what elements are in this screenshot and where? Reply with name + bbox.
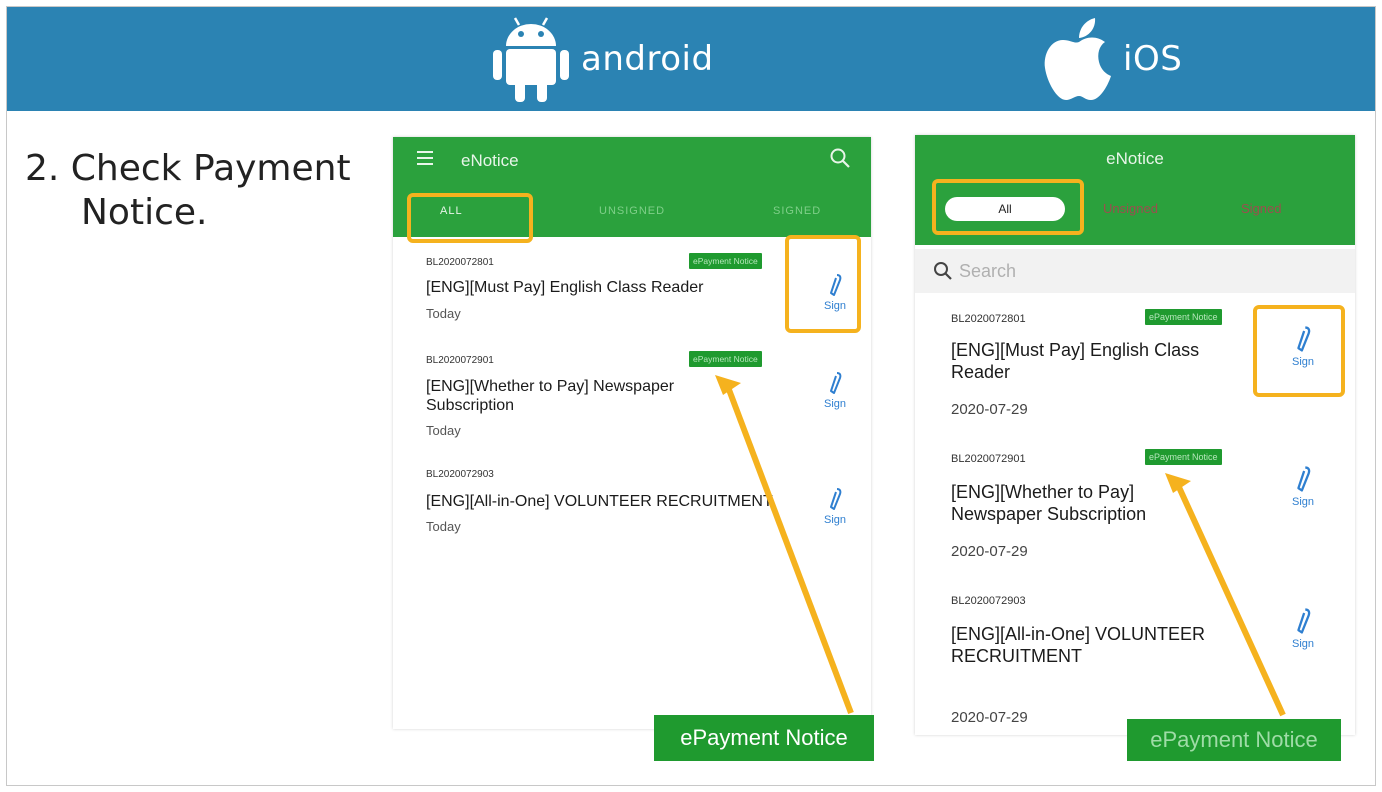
tab-unsigned[interactable]: UNSIGNED [599,205,665,217]
step-title-line2: Notice. [81,192,208,233]
sign-button[interactable]: Sign [815,371,855,410]
epayment-badge: ePayment Notice [689,253,762,269]
notice-date: 2020-07-29 [951,401,1028,418]
segment-signed[interactable]: Signed [1241,201,1281,216]
android-platform-label: android [493,7,714,111]
notice-id: BL2020072801 [951,313,1026,325]
step-title-line1: 2. Check Payment [25,148,351,189]
slide-frame: android iOS 2. Check Payment Notice. eNo… [6,6,1376,786]
ios-platform-label: iOS [1043,7,1182,111]
notice-id: BL2020072901 [951,453,1026,465]
notice-date: Today [426,306,461,321]
pen-icon [830,274,842,296]
epayment-callout-ios: ePayment Notice [1127,719,1341,761]
segment-all[interactable]: All [945,197,1065,221]
notice-title: [ENG][Whether to Pay] Newspaper Subscrip… [951,482,1147,524]
platform-banner: android iOS [7,7,1375,111]
ios-label: iOS [1123,39,1183,79]
magnifier-icon[interactable] [829,147,851,174]
notice-title: [ENG][Must Pay] English Class Reader [951,340,1200,382]
ios-nav-bar: eNotice All Unsigned Signed [915,135,1355,245]
notice-id: BL2020072901 [426,355,494,366]
sign-button[interactable]: Sign [815,487,855,526]
android-screenshot: eNotice ALL UNSIGNED SIGNED BL2020072801… [393,137,871,729]
android-label: android [581,39,714,79]
sign-button[interactable]: Sign [1283,325,1323,368]
apple-icon [1044,18,1111,100]
segment-unsigned[interactable]: Unsigned [1103,201,1158,216]
notice-title: [ENG][Whether to Pay] Newspaper Subscrip… [426,378,675,414]
sign-label: Sign [823,398,847,410]
notice-date: 2020-07-29 [951,543,1028,560]
sign-button[interactable]: Sign [1283,607,1323,650]
search-bar[interactable]: Search [915,249,1355,293]
notice-date: Today [426,423,461,438]
notice-date: Today [426,519,461,534]
notice-id: BL2020072903 [426,469,494,480]
sign-label: Sign [1291,638,1315,650]
notice-date: 2020-07-29 [951,709,1028,726]
android-app-bar: eNotice ALL UNSIGNED SIGNED [393,137,871,237]
sign-button[interactable]: Sign [1283,465,1323,508]
tab-signed[interactable]: SIGNED [773,205,821,217]
pen-icon [1297,466,1311,492]
ios-app-title: eNotice [1106,149,1164,168]
ios-screenshot: eNotice All Unsigned Signed Search BL202… [915,135,1355,735]
notice-title: [ENG][All-in-One] VOLUNTEER RECRUITMENT [426,493,773,510]
epayment-badge: ePayment Notice [1145,449,1222,465]
pen-icon [830,372,842,394]
sign-label: Sign [823,300,847,312]
epayment-badge: ePayment Notice [1145,309,1222,325]
android-app-title: eNotice [461,151,519,170]
epayment-badge: ePayment Notice [689,351,762,367]
step-title: 2. Check Payment Notice. [25,147,351,235]
notice-id: BL2020072801 [426,257,494,268]
epayment-callout-android: ePayment Notice [654,715,874,761]
sign-label: Sign [1291,496,1315,508]
pen-icon [1297,608,1311,634]
notice-title: [ENG][Must Pay] English Class Reader [426,279,704,296]
hamburger-menu-icon[interactable] [417,151,433,165]
pen-icon [830,488,842,510]
notice-id: BL2020072903 [951,595,1026,607]
tab-all[interactable]: ALL [440,205,463,217]
magnifier-icon [934,262,952,280]
pen-icon [1297,326,1311,352]
sign-label: Sign [823,514,847,526]
search-placeholder: Search [959,260,1017,281]
sign-button[interactable]: Sign [815,273,855,312]
sign-label: Sign [1291,356,1315,368]
notice-title: [ENG][All-in-One] VOLUNTEER RECRUITMENT [951,624,1206,666]
android-robot-icon [493,17,569,102]
